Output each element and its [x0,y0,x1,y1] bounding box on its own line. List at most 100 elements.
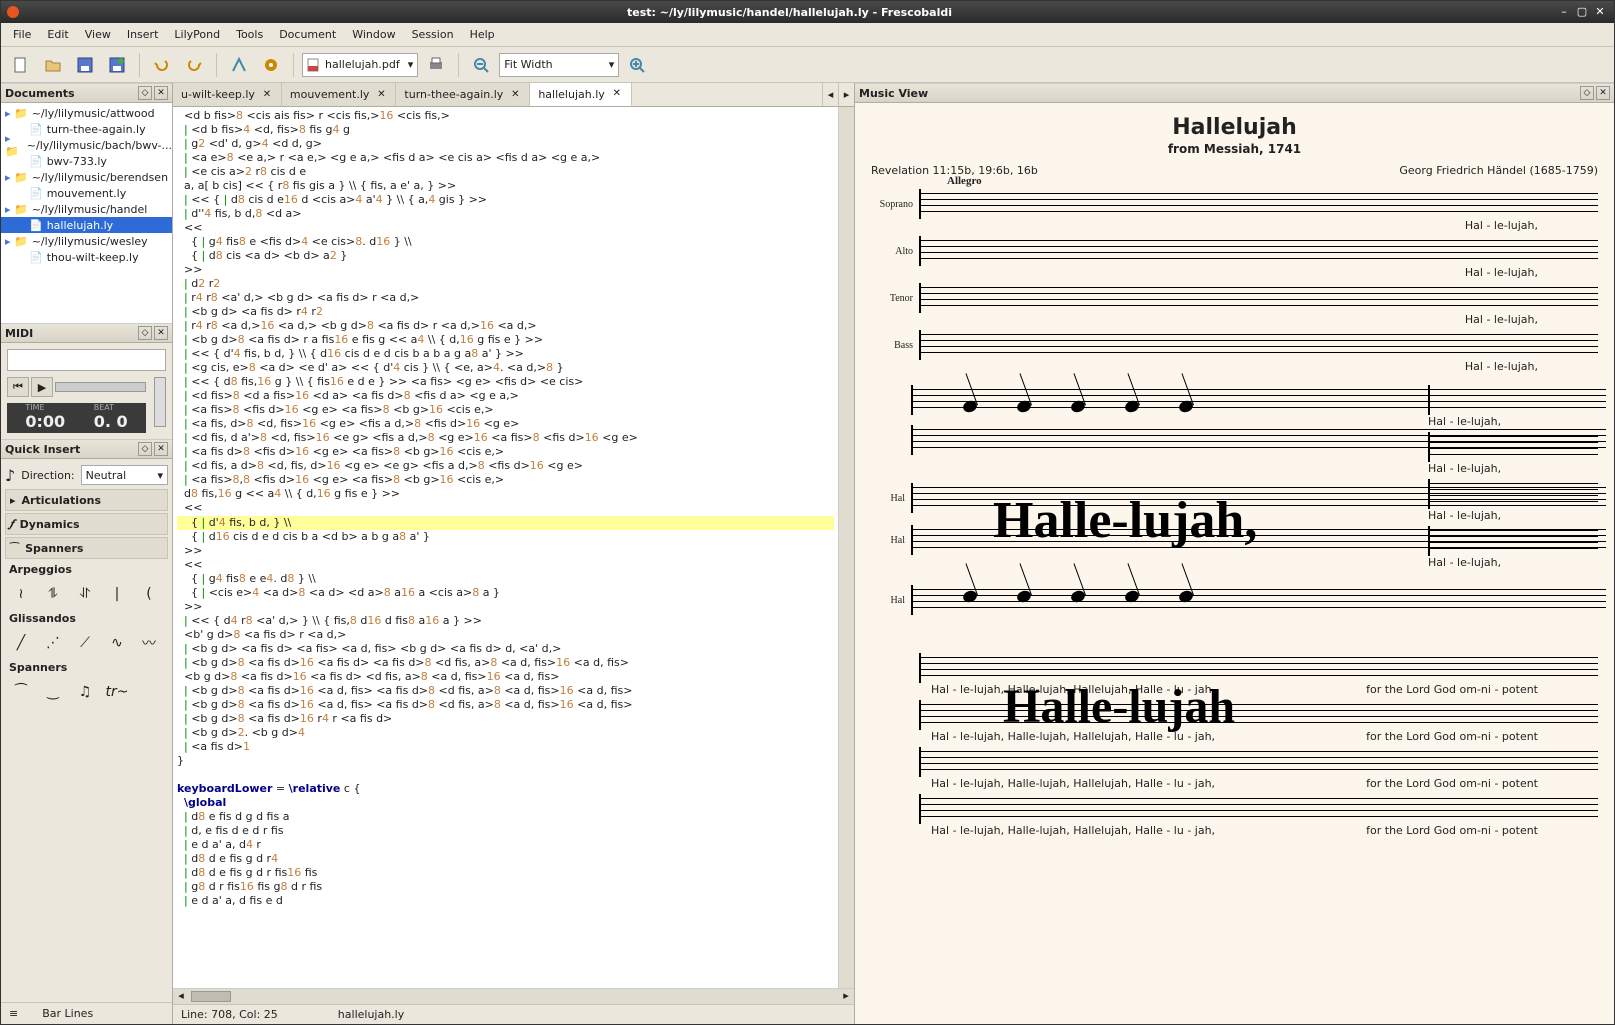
menu-insert[interactable]: Insert [119,25,167,44]
music-view[interactable]: Hallelujah from Messiah, 1741 Revelation… [855,103,1614,1024]
pdf-combo-label: hallelujah.pdf [325,58,400,71]
arpeggio-icon-5[interactable]: ( [139,584,159,604]
midi-play-button[interactable]: ▶ [31,377,53,397]
folder-icon: ▸ 📁 [5,171,28,184]
close-window-button[interactable]: ✕ [1592,5,1608,19]
panel-close-button[interactable]: ✕ [154,86,168,100]
maximize-button[interactable]: ▢ [1574,5,1590,19]
qi-cat-spanners[interactable]: ⁀Spanners [5,537,168,559]
compile-button[interactable] [225,51,253,79]
zoom-combo[interactable]: Fit Width ▾ [499,53,619,77]
gliss-icon-1[interactable]: ╱ [11,633,31,653]
save-as-button[interactable] [103,51,131,79]
close-icon[interactable]: ✕ [261,89,273,101]
chevron-down-icon: ▾ [609,58,615,71]
midi-display: TIME0:00 BEAT0. 0 [7,403,146,433]
menu-view[interactable]: View [77,25,119,44]
folder-icon: ▸ 📁 [5,132,23,158]
close-icon[interactable]: ✕ [375,89,387,101]
editor-vscrollbar[interactable] [838,107,854,988]
minimize-button[interactable]: – [1556,5,1572,19]
arpeggio-icon-3[interactable]: ⥯ [75,584,95,604]
gliss-icon-2[interactable]: ⋰ [43,633,63,653]
tree-folder[interactable]: ▸ 📁~/ly/lilymusic/wesley [1,233,172,249]
close-icon[interactable]: ✕ [611,88,623,100]
tree-file[interactable]: 📄hallelujah.ly [1,217,172,233]
tree-folder[interactable]: ▸ 📁~/ly/lilymusic/attwood [1,105,172,121]
menu-file[interactable]: File [5,25,39,44]
menu-edit[interactable]: Edit [39,25,76,44]
midi-position-slider[interactable] [55,382,146,392]
tab-3[interactable]: hallelujah.ly✕ [530,83,631,106]
panel-float-button[interactable]: ◇ [138,442,152,456]
spanner-icon-1[interactable]: ⁀ [11,682,31,702]
code-editor[interactable]: <d b fis>8 <cis ais fis> r <cis fis,>16 … [173,107,838,988]
tree-file[interactable]: 📄mouvement.ly [1,185,172,201]
tab-scroll-right[interactable]: ▸ [838,83,854,106]
quickinsert-body: ♪ Direction: Neutral▾ ▸Articulations 𝆑Dy… [1,459,172,710]
tree-file[interactable]: 📄turn-thee-again.ly [1,121,172,137]
file-icon: 📄 [29,123,43,136]
undo-button[interactable] [148,51,176,79]
menu-help[interactable]: Help [462,25,503,44]
panel-float-button[interactable]: ◇ [138,326,152,340]
folder-icon: ▸ 📁 [5,107,28,120]
zoom-out-button[interactable] [467,51,495,79]
editor-hscrollbar[interactable]: ◂▸ [173,988,854,1004]
tab-1[interactable]: mouvement.ly✕ [282,83,397,106]
menu-window[interactable]: Window [344,25,403,44]
folder-icon: ▸ 📁 [5,203,28,216]
gliss-icon-4[interactable]: ∿ [107,633,127,653]
print-button[interactable] [422,51,450,79]
spanner-icon-2[interactable]: ‿ [43,682,63,702]
pdf-select-combo[interactable]: hallelujah.pdf ▾ [302,53,418,77]
panel-close-button[interactable]: ✕ [154,442,168,456]
tree-folder[interactable]: ▸ 📁~/ly/lilymusic/berendsen [1,169,172,185]
panel-close-button[interactable]: ✕ [154,326,168,340]
barlines-icon: ≡ [9,1007,18,1020]
documents-tree[interactable]: ▸ 📁~/ly/lilymusic/attwood📄turn-thee-agai… [1,103,172,323]
panel-float-button[interactable]: ◇ [1580,86,1594,100]
engrave-button[interactable] [257,51,285,79]
tree-file[interactable]: 📄bwv-733.ly [1,153,172,169]
menu-tools[interactable]: Tools [228,25,271,44]
app-icon [7,6,19,18]
menu-lilypond[interactable]: LilyPond [166,25,228,44]
arpeggio-icon-4[interactable]: | [107,584,127,604]
arpeggio-icon-2[interactable]: ⥮ [43,584,63,604]
midi-volume-slider[interactable] [154,377,166,427]
documents-panel-header: Documents ◇ ✕ [1,83,172,103]
qi-cat-articulations[interactable]: ▸Articulations [5,489,168,511]
redo-button[interactable] [180,51,208,79]
panel-close-button[interactable]: ✕ [1596,86,1610,100]
open-file-button[interactable] [39,51,67,79]
gliss-icon-3[interactable]: ⟋ [75,633,95,653]
tab-0[interactable]: u-wilt-keep.ly✕ [173,83,282,106]
panel-float-button[interactable]: ◇ [138,86,152,100]
tree-file[interactable]: 📄thou-wilt-keep.ly [1,249,172,265]
close-icon[interactable]: ✕ [509,89,521,101]
direction-combo[interactable]: Neutral▾ [81,465,168,485]
spanner-icon-4[interactable]: tr~ [107,682,127,702]
save-button[interactable] [71,51,99,79]
tree-folder[interactable]: ▸ 📁~/ly/lilymusic/handel [1,201,172,217]
menu-document[interactable]: Document [271,25,344,44]
new-file-button[interactable] [7,51,35,79]
midi-prev-button[interactable]: ⏮ [7,377,29,397]
menu-session[interactable]: Session [404,25,462,44]
musicview-title: Music View [859,87,928,100]
arpeggio-icon-1[interactable]: ≀ [11,584,31,604]
pdf-icon [307,58,321,72]
chevron-down-icon: ▾ [157,469,163,482]
gliss-icon-5[interactable]: 〰 [139,633,159,653]
qi-cat-dynamics[interactable]: 𝆑Dynamics [5,513,168,535]
tab-2[interactable]: turn-thee-again.ly✕ [396,83,530,106]
tab-scroll-left[interactable]: ◂ [822,83,838,106]
window-title: test: ~/ly/lilymusic/handel/hallelujah.l… [25,6,1554,19]
score-title: Hallelujah [863,115,1606,140]
zoom-in-button[interactable] [623,51,651,79]
tree-folder[interactable]: ▸ 📁~/ly/lilymusic/bach/bwv-... [1,137,172,153]
spanner-icon-3[interactable]: ♫ [75,682,95,702]
barlines-label[interactable]: Bar Lines [42,1007,93,1020]
midi-output-combo[interactable] [7,349,166,371]
